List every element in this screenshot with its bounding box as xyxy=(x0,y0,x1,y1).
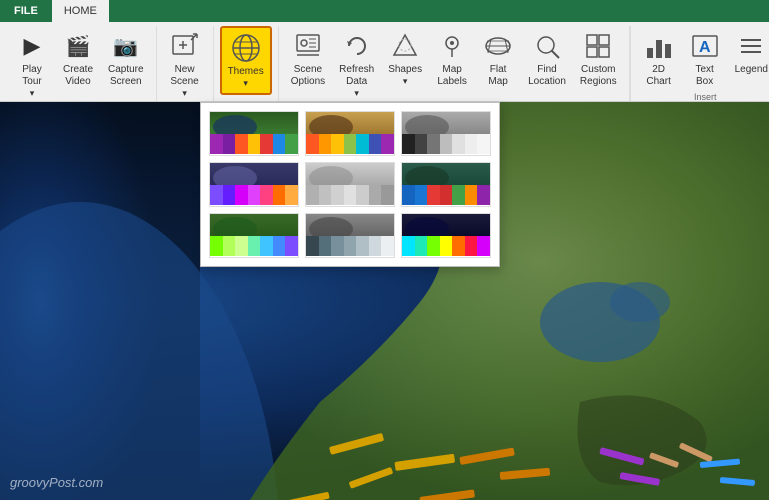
scene-options-button[interactable]: SceneOptions xyxy=(285,26,331,92)
map-labels-button[interactable]: MapLabels xyxy=(430,26,474,92)
text-box-label: TextBox xyxy=(695,64,713,88)
theme-item-9[interactable] xyxy=(401,213,491,258)
svg-text:A: A xyxy=(699,39,711,56)
text-box-button[interactable]: A TextBox xyxy=(683,26,727,92)
refresh-icon xyxy=(341,30,373,62)
theme-item-3[interactable] xyxy=(401,111,491,156)
refresh-data-label: RefreshData xyxy=(339,64,374,88)
find-location-label: FindLocation xyxy=(528,64,566,88)
theme-item-4[interactable] xyxy=(209,162,299,207)
theme-item-8[interactable] xyxy=(305,213,395,258)
themes-button[interactable]: Themes xyxy=(220,26,272,95)
legend-icon xyxy=(735,30,767,62)
new-scene-icon xyxy=(169,30,201,62)
play-tour-label: PlayTour xyxy=(22,64,41,88)
title-bar: FILE HOME xyxy=(0,0,769,22)
new-scene-button[interactable]: NewScene xyxy=(163,26,207,103)
shapes-label: Shapes xyxy=(388,64,422,76)
create-video-button[interactable]: 🎬 CreateVideo xyxy=(56,26,100,92)
find-location-button[interactable]: FindLocation xyxy=(522,26,572,92)
camera-icon: 📷 xyxy=(110,30,142,62)
map-labels-label: MapLabels xyxy=(437,64,466,88)
theme-item-6[interactable] xyxy=(401,162,491,207)
capture-screen-label: CaptureScreen xyxy=(108,64,144,88)
theme-item-7[interactable] xyxy=(209,213,299,258)
ribbon-group-insert: 2DChart A TextBox xyxy=(630,26,769,101)
refresh-data-button[interactable]: RefreshData xyxy=(333,26,380,103)
watermark: groovyPost.com xyxy=(10,475,103,490)
legend-label: Legend xyxy=(735,64,768,76)
scene-options-label: SceneOptions xyxy=(291,64,325,88)
themes-dropdown xyxy=(200,102,500,267)
scene-options-icon xyxy=(292,30,324,62)
ribbon-group-tour: ▶ PlayTour 🎬 CreateVideo 📷 CaptureScreen… xyxy=(4,26,157,101)
flat-map-icon xyxy=(482,30,514,62)
ribbon-group-options: SceneOptions RefreshData xyxy=(279,26,630,101)
flat-map-button[interactable]: FlatMap xyxy=(476,26,520,92)
shapes-icon xyxy=(389,30,421,62)
themes-label: Themes xyxy=(228,66,264,78)
flat-map-label: FlatMap xyxy=(488,64,507,88)
theme-item-1[interactable] xyxy=(209,111,299,156)
create-video-label: CreateVideo xyxy=(63,64,93,88)
video-icon: 🎬 xyxy=(62,30,94,62)
shapes-button[interactable]: Shapes xyxy=(382,26,428,91)
themes-icon xyxy=(230,32,262,64)
ribbon-group-themes: Themes xyxy=(214,26,279,101)
map-labels-icon xyxy=(436,30,468,62)
chart-icon xyxy=(643,30,675,62)
custom-regions-button[interactable]: CustomRegions xyxy=(574,26,623,92)
file-button[interactable]: FILE xyxy=(0,0,52,22)
ribbon-group-scene: NewScene xyxy=(157,26,214,101)
theme-item-5[interactable] xyxy=(305,162,395,207)
play-tour-button[interactable]: ▶ PlayTour xyxy=(10,26,54,103)
custom-regions-label: CustomRegions xyxy=(580,64,617,88)
text-box-icon: A xyxy=(689,30,721,62)
ribbon: ▶ PlayTour 🎬 CreateVideo 📷 CaptureScreen… xyxy=(0,22,769,102)
new-scene-label: NewScene xyxy=(170,64,198,88)
2d-chart-button[interactable]: 2DChart xyxy=(637,26,681,92)
home-tab[interactable]: HOME xyxy=(52,0,109,22)
theme-item-2[interactable] xyxy=(305,111,395,156)
custom-regions-icon xyxy=(582,30,614,62)
legend-button[interactable]: Legend xyxy=(729,26,769,80)
2d-chart-label: 2DChart xyxy=(646,64,670,88)
find-location-icon xyxy=(531,30,563,62)
capture-screen-button[interactable]: 📷 CaptureScreen xyxy=(102,26,150,92)
play-icon: ▶ xyxy=(16,30,48,62)
